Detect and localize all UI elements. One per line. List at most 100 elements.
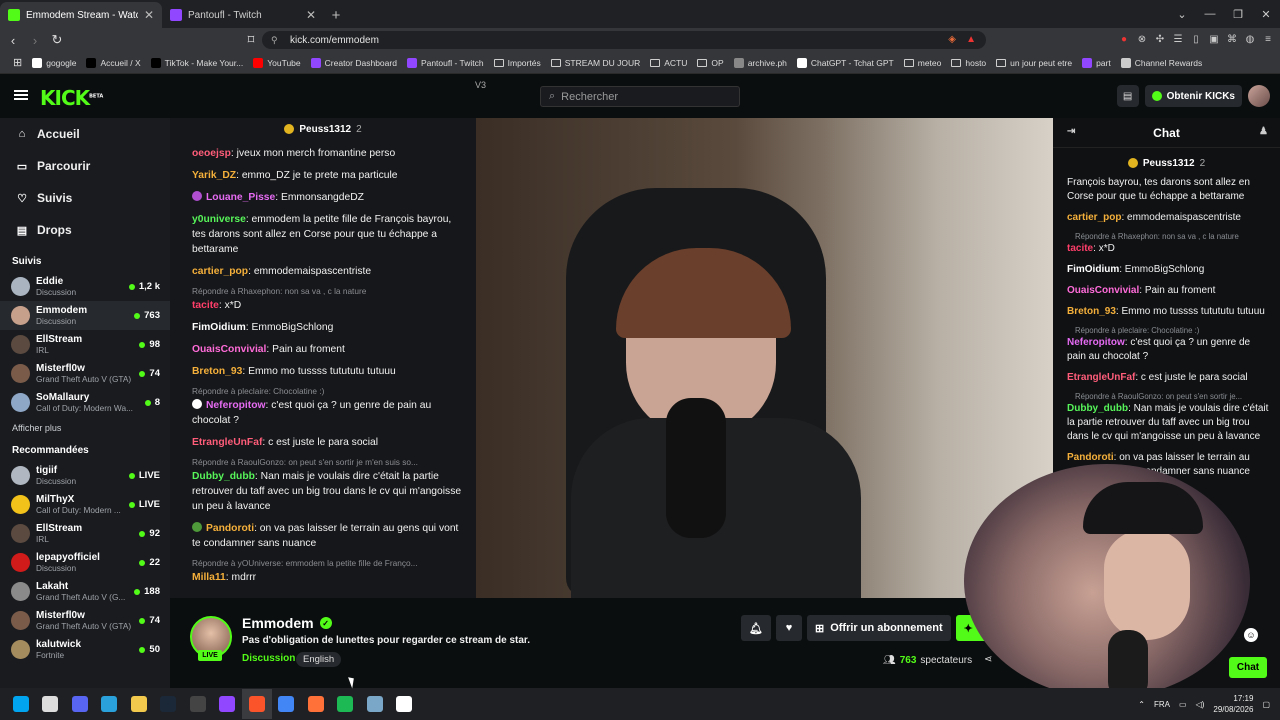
bookmark-item[interactable]: OP — [692, 53, 728, 73]
follow-heart-icon[interactable]: ♥ — [775, 615, 802, 641]
bookmark-item[interactable]: archive.ph — [729, 53, 792, 73]
wallet-icon[interactable]: ▣ — [1208, 32, 1220, 46]
bookmark-item[interactable]: Pantoufl - Twitch — [402, 53, 489, 73]
sidebar-icon[interactable]: ▯ — [1190, 32, 1202, 46]
sidebar-channel[interactable]: SoMallaury Call of Duty: Modern Wa... 8 — [0, 388, 170, 417]
sidebar-channel[interactable]: kalutwick Fortnite 50 — [0, 635, 170, 664]
chat-username[interactable]: Dubby_dubb — [192, 471, 255, 482]
obs-icon[interactable] — [183, 689, 213, 719]
chat-username[interactable]: oeoejsp — [192, 148, 231, 159]
chat-username[interactable]: Dubby_dubb — [1067, 403, 1128, 414]
sidebar-nav-parcourir[interactable]: ▭ Parcourir — [0, 150, 170, 182]
chrome-icon[interactable] — [272, 689, 302, 719]
telegram-icon[interactable] — [95, 689, 125, 719]
chat-username[interactable]: OuaisConvivial — [192, 344, 266, 355]
minimize-button[interactable]: — — [1196, 0, 1224, 28]
network-icon[interactable]: ▭ — [1179, 700, 1187, 709]
chat-username[interactable]: Pandoroti — [206, 523, 254, 534]
bookmark-item[interactable]: YouTube — [248, 53, 305, 73]
chat-username[interactable]: Neferopitow — [1067, 337, 1125, 348]
sidebar-channel[interactable]: MilThyX Call of Duty: Modern ... LIVE — [0, 490, 170, 519]
bookmark-item[interactable]: Importés — [489, 53, 546, 73]
browser-tab[interactable]: Emmodem Stream - Watch L ✕ — [0, 2, 162, 28]
brave-icon[interactable] — [242, 689, 272, 719]
brave-shield-icon[interactable]: ◈ — [948, 34, 956, 45]
sidebar-channel[interactable]: Misterfl0w Grand Theft Auto V (GTA) 74 — [0, 606, 170, 635]
bookmark-item[interactable]: gogogle — [27, 53, 81, 73]
chat-users-icon[interactable]: ♟ — [1259, 126, 1268, 137]
bookmark-item[interactable]: hosto — [946, 53, 991, 73]
chat-username[interactable]: cartier_pop — [192, 266, 248, 277]
bookmark-item[interactable]: part — [1077, 53, 1116, 73]
language-indicator[interactable]: FRA — [1154, 700, 1170, 709]
browser-tab[interactable]: Pantoufl - Twitch ✕ — [162, 2, 324, 28]
menu-toggle-icon[interactable] — [14, 90, 28, 100]
chat-username[interactable]: Breton_93 — [1067, 306, 1116, 317]
sidebar-channel[interactable]: EllStream IRL 92 — [0, 519, 170, 548]
forward-icon[interactable]: › — [24, 29, 46, 51]
sidebar-channel[interactable]: Lakaht Grand Theft Auto V (G... 188 — [0, 577, 170, 606]
translate-icon[interactable]: ⌘ — [1226, 32, 1238, 46]
extension-icon[interactable]: ⊗ — [1136, 32, 1148, 46]
windows-icon[interactable] — [6, 689, 36, 719]
discord-icon[interactable] — [65, 689, 95, 719]
sidebar-nav-accueil[interactable]: ⌂ Accueil — [0, 118, 170, 150]
bookmark-item[interactable]: un jour peut etre — [991, 53, 1077, 73]
sidebar-nav-drops[interactable]: ▤ Drops — [0, 214, 170, 246]
chat-username[interactable]: OuaisConvivial — [1067, 285, 1139, 296]
bookmark-item[interactable]: Channel Rewards — [1116, 53, 1208, 73]
sidebar-nav-suivis[interactable]: ♡ Suivis — [0, 182, 170, 214]
chat-username[interactable]: FimOidium — [192, 322, 246, 333]
emoji-icon[interactable]: ☺ — [1244, 628, 1258, 642]
settings-icon[interactable] — [360, 689, 390, 719]
chat-username[interactable]: Neferopitow — [206, 400, 266, 411]
sidebar-channel[interactable]: Misterfl0w Grand Theft Auto V (GTA) 74 — [0, 359, 170, 388]
bookmark-item[interactable]: meteo — [899, 53, 947, 73]
menu-icon[interactable]: ≡ — [1262, 32, 1274, 46]
share-icon[interactable]: ⋖ — [984, 654, 992, 665]
steam-icon[interactable] — [154, 689, 184, 719]
apps-grid-icon[interactable]: ⊞ — [8, 53, 27, 73]
bookmark-item[interactable]: Creator Dashboard — [306, 53, 402, 73]
sidebar-channel[interactable]: lepapyofficiel Discussion 22 — [0, 548, 170, 577]
bookmark-item[interactable]: TikTok - Make Your... — [146, 53, 249, 73]
chat-username[interactable]: tacite — [192, 300, 219, 311]
search-input[interactable]: ⌕ Rechercher — [540, 86, 740, 107]
close-window-button[interactable]: ✕ — [1252, 0, 1280, 28]
gift-sub-button[interactable]: ⊞ Offrir un abonnement — [806, 615, 951, 641]
back-icon[interactable]: ‹ — [2, 29, 24, 51]
chat-username[interactable]: EtrangleUnFaf — [1067, 372, 1135, 383]
puzzle-icon[interactable]: ✣ — [1154, 32, 1166, 46]
show-more-link[interactable]: Afficher plus — [0, 417, 170, 439]
chat-username[interactable]: Pandoroti — [1067, 452, 1114, 463]
bookmark-item[interactable]: STREAM DU JOUR — [546, 53, 646, 73]
chat-username[interactable]: y0universe — [192, 214, 246, 225]
files-icon[interactable] — [124, 689, 154, 719]
notification-bell-icon[interactable]: 🔔︎ — [741, 615, 771, 641]
stream-category[interactable]: Discussion — [242, 653, 295, 664]
library-icon[interactable]: ▤ — [1116, 85, 1139, 107]
language-tag[interactable]: English — [296, 652, 342, 667]
streamer-name[interactable]: Emmodem ✓ — [242, 615, 332, 631]
kick-logo[interactable]: KICKBETA — [40, 86, 103, 110]
bookmark-item[interactable]: ChatGPT - Tchat GPT — [792, 53, 899, 73]
tab-close-icon[interactable]: ✕ — [306, 8, 316, 22]
chat-username[interactable]: tacite — [1067, 243, 1093, 254]
bookmark-item[interactable]: Accueil / X — [81, 53, 145, 73]
bookmark-icon[interactable]: ⌑ — [240, 29, 262, 51]
tab-close-icon[interactable]: ✕ — [144, 8, 154, 22]
bookmark-list-icon[interactable]: ☰ — [1172, 32, 1184, 46]
twitch-icon[interactable] — [213, 689, 243, 719]
chat-username[interactable]: Milla11 — [192, 572, 226, 583]
sidebar-channel[interactable]: EllStream IRL 98 — [0, 330, 170, 359]
chat-send-button[interactable]: Chat — [1229, 657, 1267, 678]
new-tab-button[interactable]: + — [324, 2, 348, 28]
video-player[interactable]: Peuss1312 2 oeoejsp: jveux mon merch froma… — [170, 118, 1053, 598]
search-icon[interactable] — [36, 689, 66, 719]
extension-badge-icon[interactable]: ● — [1118, 32, 1130, 46]
tab-search-icon[interactable]: ⌄ — [1168, 0, 1196, 28]
get-kicks-button[interactable]: Obtenir KICKs — [1144, 85, 1242, 107]
volume-icon[interactable]: ◁) — [1196, 700, 1205, 709]
bookmark-item[interactable]: ACTU — [645, 53, 692, 73]
chat-username[interactable]: cartier_pop — [1067, 212, 1121, 223]
